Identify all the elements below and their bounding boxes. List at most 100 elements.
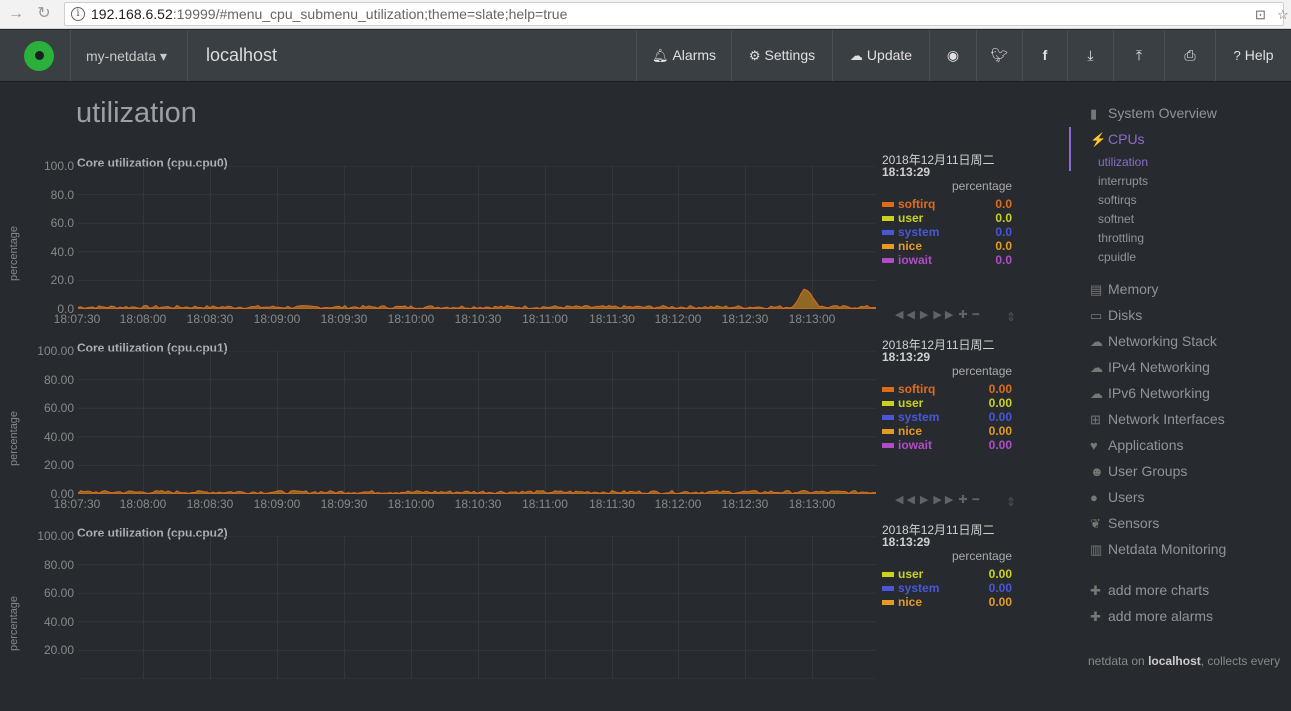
twitter-button[interactable]: 🐦︎ <box>977 30 1022 81</box>
sidebar-item-system-overview[interactable]: ▮ System Overview <box>1090 105 1217 122</box>
legend-item[interactable]: user 0.00 <box>882 396 1012 410</box>
backward-icon[interactable]: ◀◀ <box>895 494 918 506</box>
x-tick-label: 18:11:30 <box>589 312 635 326</box>
sidebar-item-memory[interactable]: ▤ Memory <box>1090 281 1159 298</box>
sitemap-icon: ⊞ <box>1090 412 1101 427</box>
zoom-out-icon[interactable]: ━ <box>973 494 983 506</box>
legend-value: 0.00 <box>988 396 1012 410</box>
browser-toolbar: → ↻ i 192.168.6.52:19999/#menu_cpu_subme… <box>0 0 1291 29</box>
forward-icon[interactable]: → <box>6 4 26 24</box>
alarms-button[interactable]: 🔔︎ Alarms <box>637 30 731 81</box>
legend-item[interactable]: nice 0.00 <box>882 424 1012 438</box>
sidebar-item-users[interactable]: ● Users <box>1090 489 1145 505</box>
legend-unit: percentage <box>952 549 1013 563</box>
x-tick-label: 18:10:00 <box>387 497 435 511</box>
legend-value: 0.0 <box>995 211 1012 225</box>
add-more-charts-label: add more charts <box>1108 582 1210 598</box>
netdata-logo[interactable] <box>24 41 54 71</box>
facebook-button[interactable]: f <box>1023 30 1067 81</box>
sidebar-subitem-softnet[interactable]: softnet <box>1098 212 1134 226</box>
reload-icon[interactable]: ↻ <box>34 4 54 24</box>
zoom-out-icon[interactable]: ━ <box>973 309 983 321</box>
sidebar-item-netdata-monitoring[interactable]: ▥ Netdata Monitoring <box>1090 541 1226 558</box>
sidebar-item-ipv6-networking[interactable]: ☁ IPv6 Networking <box>1090 385 1210 402</box>
legend-item[interactable]: iowait 0.00 <box>882 438 1012 452</box>
sidebar-item-applications[interactable]: ♥ Applications <box>1090 437 1184 453</box>
sidebar-subitem-interrupts[interactable]: interrupts <box>1098 174 1148 188</box>
cloud-icon: ☁ <box>1090 334 1103 349</box>
play-icon[interactable]: ▶ <box>920 494 931 506</box>
chart-plot-area[interactable] <box>77 535 876 680</box>
help-button[interactable]: ? Help <box>1216 30 1291 81</box>
legend-item[interactable]: iowait 0.0 <box>882 253 1012 267</box>
twitter-icon: 🐦︎ <box>990 47 1009 63</box>
x-tick-label: 18:12:30 <box>721 312 769 326</box>
print-button[interactable]: ⎙ <box>1165 30 1215 81</box>
legend-item[interactable]: softirq 0.0 <box>882 197 1012 211</box>
y-tick-label: 80.0 <box>50 187 74 202</box>
sidebar-item-disks[interactable]: ▭ Disks <box>1090 307 1142 324</box>
translate-icon[interactable]: ⊡ <box>1255 7 1266 23</box>
chart-plot-area[interactable] <box>77 350 877 495</box>
sidebar-footer: netdata on localhost, collects every <box>1088 654 1280 668</box>
sidebar-item-user-groups[interactable]: ☻ User Groups <box>1090 463 1187 479</box>
sidebar-item-cpus[interactable]: ⚡ CPUs <box>1090 131 1145 148</box>
zoom-in-icon[interactable]: ✚ <box>958 494 970 506</box>
github-button[interactable]: ◉ <box>930 30 976 81</box>
legend-name: iowait <box>898 438 933 452</box>
x-tick-label: 18:08:00 <box>119 497 167 511</box>
legend-name: nice <box>898 424 923 438</box>
bookmark-icon: ▮ <box>1090 106 1098 121</box>
x-tick-label: 18:10:00 <box>387 312 435 326</box>
sidebar-subitem-softirqs[interactable]: softirqs <box>1098 193 1137 207</box>
address-bar[interactable]: i 192.168.6.52:19999/#menu_cpu_submenu_u… <box>64 2 1289 26</box>
hostname[interactable]: localhost <box>206 45 277 66</box>
sidebar-item-network-interfaces[interactable]: ⊞ Network Interfaces <box>1090 411 1225 428</box>
zoom-in-icon[interactable]: ✚ <box>958 309 970 321</box>
legend-item[interactable]: system 0.0 <box>882 225 1012 239</box>
sidebar-item-sensors[interactable]: ❦ Sensors <box>1090 515 1159 532</box>
forward-icon[interactable]: ▶▶ <box>933 494 956 506</box>
backward-icon[interactable]: ◀◀ <box>895 309 918 321</box>
legend-name: user <box>898 211 924 225</box>
settings-button[interactable]: ⚙ Settings <box>732 30 832 81</box>
update-button[interactable]: ☁ Update <box>833 30 929 81</box>
star-icon[interactable]: ☆ <box>1277 7 1289 23</box>
forward-icon[interactable]: ▶▶ <box>933 309 956 321</box>
info-icon[interactable]: i <box>71 7 85 21</box>
sidebar-item-ipv4-networking[interactable]: ☁ IPv4 Networking <box>1090 359 1210 376</box>
legend-item[interactable]: nice 0.00 <box>882 595 1012 609</box>
legend-item[interactable]: system 0.00 <box>882 410 1012 424</box>
github-icon: ◉ <box>946 47 960 63</box>
chart-panel: Core utilization (cpu.cpu2) percentage 100… <box>0 523 1060 711</box>
play-icon[interactable]: ▶ <box>920 309 931 321</box>
legend-item[interactable]: user 0.00 <box>882 567 1012 581</box>
chart-panel: Core utilization (cpu.cpu0) percentage 100… <box>0 153 1060 341</box>
legend-item[interactable]: system 0.00 <box>882 581 1012 595</box>
cloud-icon: ☁ <box>1090 386 1103 401</box>
series-area <box>77 288 877 310</box>
url-text[interactable]: 192.168.6.52:19999/#menu_cpu_submenu_uti… <box>91 6 567 22</box>
legend-value: 0.0 <box>995 225 1012 239</box>
upload-button[interactable]: ⤒ <box>1114 30 1164 81</box>
add-more-alarms-link[interactable]: ✚ add more alarms <box>1090 608 1213 625</box>
add-more-charts-link[interactable]: ✚ add more charts <box>1090 582 1209 599</box>
legend-swatch <box>882 216 894 221</box>
sidebar-subitem-cpuidle[interactable]: cpuidle <box>1098 250 1136 264</box>
resize-handle-icon[interactable]: ⇕ <box>1006 310 1016 324</box>
sidebar-item-label: Networking Stack <box>1108 333 1217 349</box>
legend-item[interactable]: user 0.0 <box>882 211 1012 225</box>
legend-name: system <box>898 581 940 595</box>
x-tick-label: 18:07:30 <box>53 312 101 326</box>
my-netdata-dropdown[interactable]: my-netdata ▾ <box>86 48 167 65</box>
legend-item[interactable]: softirq 0.00 <box>882 382 1012 396</box>
legend-value: 0.00 <box>988 595 1012 609</box>
download-icon: ⤓ <box>1087 47 1094 63</box>
sidebar-item-networking-stack[interactable]: ☁ Networking Stack <box>1090 333 1217 350</box>
sidebar-subitem-utilization[interactable]: utilization <box>1098 155 1148 169</box>
chart-plot-area[interactable] <box>77 165 877 310</box>
sidebar-subitem-throttling[interactable]: throttling <box>1098 231 1144 245</box>
resize-handle-icon[interactable]: ⇕ <box>1006 495 1016 509</box>
download-button[interactable]: ⤓ <box>1068 30 1113 81</box>
legend-item[interactable]: nice 0.0 <box>882 239 1012 253</box>
